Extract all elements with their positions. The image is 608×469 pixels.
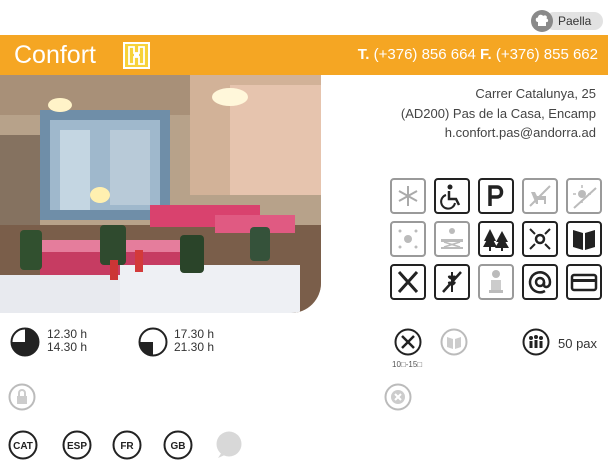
fax-label: F. <box>479 46 492 63</box>
at-icon <box>522 264 558 300</box>
sun-crossed-icon <box>566 178 602 214</box>
credit-card-icon <box>566 264 602 300</box>
price-range: 10□-15□ <box>392 360 423 369</box>
hours-shift-2: 17.30 h 21.30 h <box>174 328 214 354</box>
address-block: Carrer Catalunya, 25 (AD200) Pas de la C… <box>401 84 596 143</box>
clock-evening-icon <box>138 327 168 357</box>
wheelchair-icon <box>434 178 470 214</box>
wheat-crossed-icon <box>434 264 470 300</box>
phone-number[interactable]: (+376) 856 664 <box>374 46 476 63</box>
snowflake-icon <box>390 178 426 214</box>
badge-label: Paella <box>558 14 592 28</box>
book-menu-icon <box>566 221 602 257</box>
language-gb: GB <box>163 430 193 460</box>
speech-bubble-icon <box>214 430 244 460</box>
terrace-icon <box>434 221 470 257</box>
lang-gb-label: GB <box>171 441 186 452</box>
services-grid <box>390 178 602 300</box>
shift-2-end: 21.30 h <box>174 340 215 354</box>
restaurant-photo <box>0 75 321 313</box>
cutlery-price-icon <box>394 328 422 356</box>
lang-cat-label: CAT <box>13 441 33 452</box>
cancel-icon <box>384 383 412 411</box>
language-fr: FR <box>112 430 142 460</box>
language-esp: ESP <box>62 430 92 460</box>
center-icon <box>522 221 558 257</box>
language-cat: CAT <box>8 430 38 460</box>
menu-book-icon <box>440 328 468 356</box>
shift-1-end: 14.30 h <box>47 340 88 354</box>
lang-esp-label: ESP <box>67 441 87 452</box>
contact-line: T. (+376) 856 664 F. (+376) 855 662 <box>358 46 598 63</box>
phone-label: T. <box>357 46 370 63</box>
parking-icon <box>478 178 514 214</box>
trees-icon <box>478 221 514 257</box>
cutlery-icon <box>390 264 426 300</box>
lock-icon <box>8 383 36 411</box>
clock-afternoon-icon <box>10 327 40 357</box>
chef-icon <box>478 264 514 300</box>
fax-number: (+376) 855 662 <box>495 46 598 63</box>
chef-hat-icon <box>531 10 553 32</box>
cuisine-badge: Paella <box>531 10 605 32</box>
people-capacity-icon <box>522 328 550 356</box>
dog-crossed-icon <box>522 178 558 214</box>
lang-fr-label: FR <box>120 441 134 452</box>
sun-dim-icon <box>390 221 426 257</box>
hours-shift-1: 12.30 h 14.30 h <box>47 328 87 354</box>
hotel-logo-icon <box>123 42 150 69</box>
email-link[interactable]: h.confort.pas@andorra.ad <box>401 123 596 143</box>
city: (AD200) Pas de la Casa, Encamp <box>400 105 596 121</box>
hotel-name: Confort <box>14 41 96 69</box>
street: Carrer Catalunya, 25 <box>475 86 596 101</box>
capacity: 50 pax <box>558 336 598 351</box>
